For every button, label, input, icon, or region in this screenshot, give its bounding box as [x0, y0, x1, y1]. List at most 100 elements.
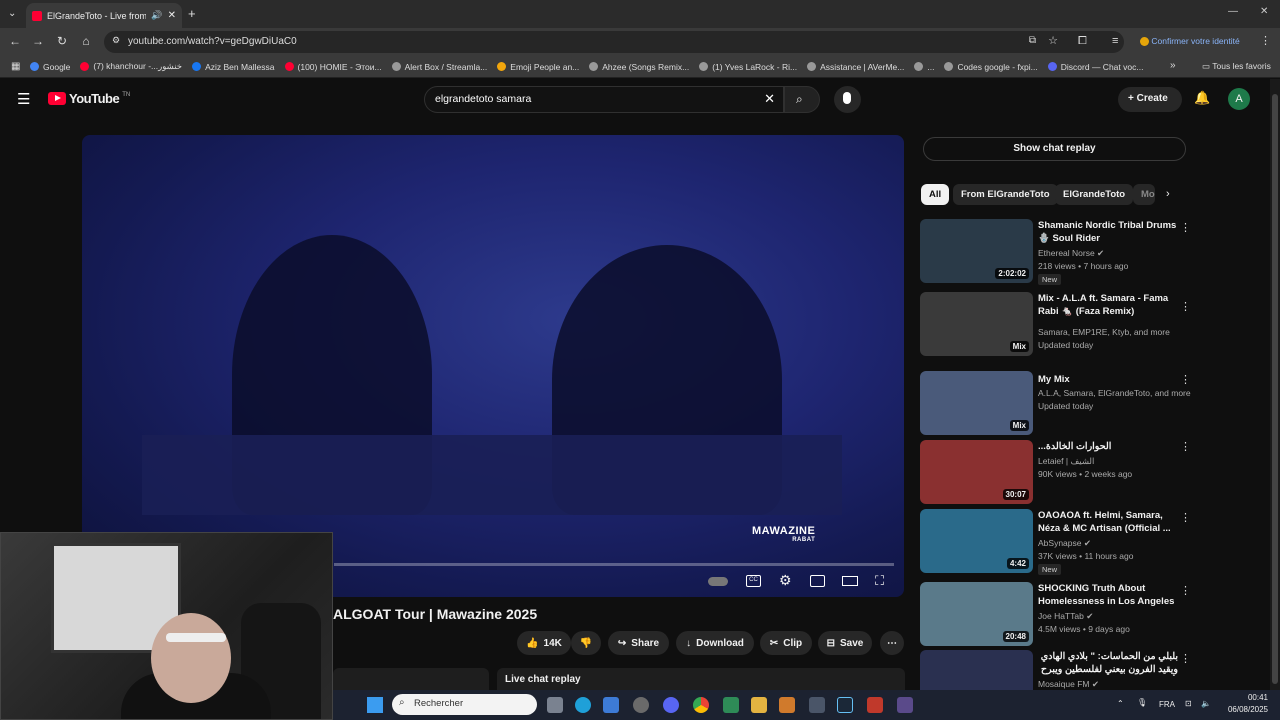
recommendation-title[interactable]: ...الحوارات الخالدة — [1038, 440, 1178, 453]
microphone-tray-icon[interactable]: 🎙 — [1137, 698, 1147, 707]
home-icon[interactable]: ⌂ — [79, 34, 93, 48]
app-icon[interactable] — [809, 697, 825, 713]
chrome-icon[interactable] — [693, 697, 709, 713]
bookmark-item[interactable]: Aziz Ben Mallessa — [192, 62, 275, 72]
extensions-icon[interactable]: ⧠ — [1078, 35, 1087, 48]
recommendation-channel[interactable]: Samara, EMP1RE, Ktyb, and more — [1038, 326, 1170, 339]
voice-search-button[interactable] — [834, 86, 861, 113]
recommendation-item[interactable]: Mix Mix - A.L.A ft. Samara - Fama Rabi 🐁… — [920, 292, 1191, 358]
clear-search-icon[interactable]: ✕ — [764, 91, 775, 107]
recommendation-thumbnail[interactable]: 4:42 — [920, 509, 1033, 573]
dislike-button[interactable]: 👎 — [571, 631, 601, 655]
recommendation-title[interactable]: SHOCKING Truth About Homelessness in Los… — [1038, 582, 1178, 608]
bookmark-item[interactable]: Emoji People an... — [497, 62, 579, 72]
taskbar-search-input[interactable]: ⌕ Rechercher — [392, 694, 537, 715]
recommendation-thumbnail[interactable]: Mix — [920, 292, 1033, 356]
recommendation-thumbnail[interactable]: 30:07 — [920, 440, 1033, 504]
media-icon[interactable]: ≡ — [1112, 35, 1118, 47]
app-icon[interactable] — [867, 697, 883, 713]
hamburger-menu-icon[interactable]: ☰ — [17, 90, 30, 108]
apps-grid-icon[interactable]: ▦ — [11, 61, 20, 72]
create-button[interactable]: + Create — [1118, 87, 1182, 112]
more-actions-button[interactable]: ⋯ — [880, 631, 904, 655]
back-icon[interactable]: ← — [8, 34, 22, 48]
browser-menu-icon[interactable]: ⋮ — [1260, 34, 1271, 47]
show-chat-replay-button[interactable]: Show chat replay — [923, 137, 1186, 161]
bookmark-item[interactable]: (1) Yves LaRock - Ri... — [699, 62, 797, 72]
fullscreen-icon[interactable]: ⛶ — [875, 573, 884, 589]
save-button[interactable]: ⊟ Save — [818, 631, 872, 655]
settings-gear-icon[interactable]: ⚙ — [779, 572, 792, 589]
youtube-logo[interactable]: YouTube TN — [48, 91, 130, 106]
recommendation-title[interactable]: Shamanic Nordic Tribal Drums 🪬 Soul Ride… — [1038, 219, 1178, 245]
clip-button[interactable]: ✂ Clip — [760, 631, 812, 655]
recommendation-thumbnail[interactable]: 20:48 — [920, 582, 1033, 646]
settings-app-icon[interactable] — [633, 697, 649, 713]
recommendation-item[interactable]: Mix My Mix A.L.A, Samara, ElGrandeToto, … — [920, 371, 1191, 437]
bookmark-item[interactable]: Codes google - fxpi... — [944, 62, 1038, 72]
clock-time[interactable]: 00:41 — [1228, 693, 1268, 702]
browser-tab[interactable]: ElGrandeToto - Live from C 🔊 ✕ — [26, 3, 182, 28]
share-button[interactable]: ↪ Share — [608, 631, 669, 655]
file-explorer-icon[interactable] — [751, 697, 767, 713]
recommendation-menu-icon[interactable]: ⋮ — [1180, 300, 1191, 313]
bookmark-item[interactable]: Assistance | AVerMe... — [807, 62, 904, 72]
recommendation-channel[interactable]: Joe HaTTab ✔ — [1038, 610, 1093, 623]
minimize-icon[interactable]: — — [1228, 6, 1238, 17]
recommendation-item[interactable]: 20:48 SHOCKING Truth About Homelessness … — [920, 582, 1191, 648]
network-icon[interactable]: ⊡ — [1185, 699, 1192, 708]
recommendation-channel[interactable]: A.L.A, Samara, ElGrandeToto, and more — [1038, 387, 1191, 400]
recommendation-menu-icon[interactable]: ⋮ — [1180, 511, 1191, 524]
recommendation-title[interactable]: Mix - A.L.A ft. Samara - Fama Rabi 🐁 (Fa… — [1038, 292, 1178, 318]
recommendation-channel[interactable]: Letaief | الشيف — [1038, 455, 1094, 468]
app-icon[interactable] — [779, 697, 795, 713]
chip-elgrandetoto[interactable]: ElGrandeToto — [1055, 184, 1134, 205]
chip-all[interactable]: All — [921, 184, 950, 205]
tab-list-icon[interactable]: ⌄ — [8, 8, 16, 19]
recommendation-title[interactable]: بلبلي من الحماسات: " بلادي الهادي ويقيد … — [1038, 650, 1178, 676]
live-chat-replay-panel[interactable]: Live chat replay — [497, 668, 905, 692]
bookmark-item[interactable]: Alert Box / Streamla... — [391, 62, 487, 72]
chip-more[interactable]: Mo — [1133, 184, 1155, 205]
app-icon[interactable] — [897, 697, 913, 713]
recommendation-thumbnail[interactable]: Mix — [920, 371, 1033, 435]
close-window-icon[interactable]: ✕ — [1260, 6, 1268, 17]
bookmark-item[interactable]: ... — [914, 62, 934, 72]
close-tab-icon[interactable]: ✕ — [168, 10, 176, 21]
recommendation-item[interactable]: 2:02:02 Shamanic Nordic Tribal Drums 🪬 S… — [920, 219, 1191, 285]
language-indicator[interactable]: FRA — [1159, 700, 1175, 709]
bookmark-item[interactable]: Ahzee (Songs Remix... — [589, 62, 689, 72]
recommendation-channel[interactable]: Mosaique FM ✔ — [1038, 678, 1099, 690]
profile-button[interactable]: Confirmer votre identité — [1140, 36, 1240, 47]
autoplay-toggle[interactable] — [708, 577, 728, 586]
discord-taskbar-icon[interactable] — [663, 697, 679, 713]
notifications-bell-icon[interactable]: 🔔 — [1194, 90, 1210, 106]
edge-icon[interactable] — [575, 697, 591, 713]
clock-date[interactable]: 06/08/2025 — [1213, 705, 1268, 714]
speaker-icon[interactable]: 🔊 — [151, 10, 162, 21]
chips-next-icon[interactable]: › — [1166, 188, 1170, 200]
bookmark-star-icon[interactable]: ☆ — [1048, 34, 1058, 47]
install-icon[interactable]: ⧉ — [1029, 35, 1036, 46]
download-button[interactable]: ↓ Download — [676, 631, 754, 655]
chip-from-elgrandetoto[interactable]: From ElGrandeToto — [953, 184, 1058, 205]
bookmark-item[interactable]: Discord — Chat voc... — [1047, 62, 1143, 72]
store-icon[interactable] — [603, 697, 619, 713]
recommendation-thumbnail[interactable] — [920, 650, 1033, 690]
reload-icon[interactable]: ↻ — [55, 34, 69, 48]
recommendation-menu-icon[interactable]: ⋮ — [1180, 440, 1191, 453]
recommendation-thumbnail[interactable]: 2:02:02 — [920, 219, 1033, 283]
theater-mode-icon[interactable] — [842, 576, 858, 586]
recommendation-item[interactable]: 30:07 ...الحوارات الخالدة Letaief | الشي… — [920, 440, 1191, 506]
recommendation-menu-icon[interactable]: ⋮ — [1180, 652, 1190, 665]
video-progress-bar[interactable] — [334, 563, 894, 566]
recommendation-menu-icon[interactable]: ⋮ — [1180, 221, 1191, 234]
url-input[interactable]: ⚙ youtube.com/watch?v=geDgwDiUaC0 ⧉ ☆ — [104, 31, 1124, 53]
subtitles-icon[interactable]: CC — [746, 575, 761, 587]
bookmark-item[interactable]: (100) HOMIE - Этои... — [284, 62, 382, 72]
recommendation-title[interactable]: My Mix — [1038, 373, 1178, 386]
recommendation-title[interactable]: OAOAOA ft. Helmi, Samara, Néza & MC Arti… — [1038, 509, 1178, 535]
like-button[interactable]: 👍 14K — [517, 631, 571, 655]
search-input[interactable]: elgrandetoto samara ✕ — [424, 86, 784, 113]
steam-icon[interactable] — [837, 697, 853, 713]
